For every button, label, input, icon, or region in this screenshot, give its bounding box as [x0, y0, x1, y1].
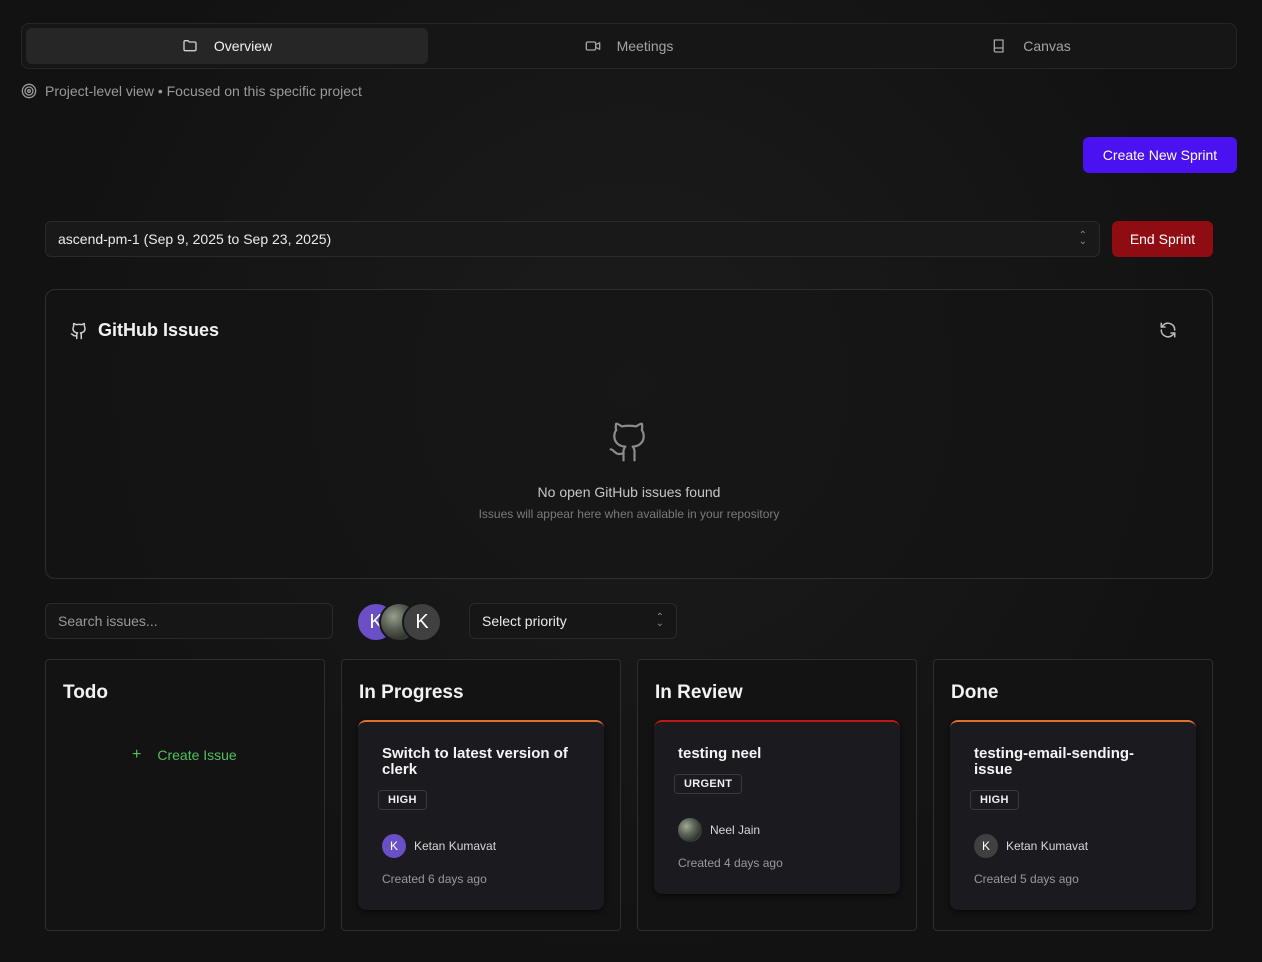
- issue-card[interactable]: Switch to latest version of clerk HIGH K…: [358, 720, 604, 910]
- issue-assignee: K Ketan Kumavat: [382, 834, 580, 858]
- avatar: [678, 818, 702, 842]
- column-todo: Todo + Create Issue: [45, 659, 325, 931]
- github-issues-panel: GitHub Issues No open GitHub issues foun…: [45, 289, 1213, 579]
- github-icon: [70, 322, 86, 339]
- tab-overview-label: Overview: [213, 38, 273, 54]
- book-icon: [993, 39, 1004, 53]
- assignee-name: Ketan Kumavat: [1006, 839, 1089, 853]
- priority-select-value: Select priority: [482, 613, 567, 629]
- column-done: Done testing-email-sending-issue HIGH K …: [933, 659, 1213, 931]
- empty-state-subtitle: Issues will appear here when available i…: [478, 507, 780, 521]
- issue-assignee: Neel Jain: [678, 818, 876, 842]
- priority-badge: URGENT: [674, 774, 743, 794]
- priority-select[interactable]: Select priority ⌃ ⌄: [469, 603, 677, 639]
- issue-title: testing-email-sending-issue: [974, 745, 1135, 778]
- avatar[interactable]: K: [402, 602, 442, 642]
- column-title: Done: [951, 682, 999, 703]
- issue-card[interactable]: testing neel URGENT Neel Jain Created 4 …: [654, 720, 900, 894]
- search-issues-input[interactable]: [45, 603, 333, 639]
- scope-text: Project-level view • Focused on this spe…: [45, 83, 362, 99]
- avatar: K: [382, 834, 406, 858]
- tab-canvas-label: Canvas: [1023, 38, 1071, 54]
- created-time: Created 5 days ago: [974, 872, 1079, 886]
- github-issues-header: GitHub Issues: [70, 320, 219, 341]
- column-in-progress: In Progress Switch to latest version of …: [341, 659, 621, 931]
- video-icon: [585, 41, 600, 51]
- target-icon: [21, 83, 37, 99]
- chevron-up-down-icon: ⌃ ⌄: [655, 612, 664, 629]
- tab-overview[interactable]: Overview: [26, 28, 428, 64]
- create-issue-button[interactable]: + Create Issue: [132, 746, 237, 764]
- view-tabs: Overview Meetings Canvas: [21, 23, 1237, 69]
- plus-icon: +: [132, 746, 142, 763]
- column-title: Todo: [63, 682, 109, 703]
- github-issues-title: GitHub Issues: [98, 320, 220, 340]
- empty-state-title: No open GitHub issues found: [537, 484, 721, 500]
- end-sprint-button[interactable]: End Sprint: [1112, 221, 1213, 257]
- column-title: In Progress: [359, 682, 464, 703]
- column-title: In Review: [655, 682, 743, 703]
- create-new-sprint-button[interactable]: Create New Sprint: [1083, 137, 1237, 173]
- github-empty-icon: [609, 422, 645, 462]
- refresh-icon[interactable]: [1159, 321, 1177, 339]
- chevron-up-down-icon: ⌃ ⌄: [1078, 230, 1087, 247]
- tab-canvas[interactable]: Canvas: [830, 28, 1232, 64]
- assignee-filter-avatars: K K: [356, 602, 448, 644]
- tab-meetings-label: Meetings: [616, 38, 674, 54]
- issue-card[interactable]: testing-email-sending-issue HIGH K Ketan…: [950, 720, 1196, 910]
- issue-assignee: K Ketan Kumavat: [974, 834, 1172, 858]
- avatar: K: [974, 834, 998, 858]
- issue-title: Switch to latest version of clerk: [382, 745, 568, 778]
- create-issue-label: Create Issue: [157, 747, 237, 763]
- sprint-select[interactable]: ascend-pm-1 (Sep 9, 2025 to Sep 23, 2025…: [45, 221, 1100, 257]
- created-time: Created 6 days ago: [382, 872, 487, 886]
- column-in-review: In Review testing neel URGENT Neel Jain …: [637, 659, 917, 931]
- tab-meetings[interactable]: Meetings: [428, 28, 830, 64]
- sprint-select-value: ascend-pm-1 (Sep 9, 2025 to Sep 23, 2025…: [58, 231, 332, 247]
- priority-badge: HIGH: [970, 790, 1019, 810]
- issue-title: testing neel: [678, 745, 762, 762]
- assignee-name: Neel Jain: [710, 823, 761, 837]
- priority-badge: HIGH: [378, 790, 427, 810]
- assignee-name: Ketan Kumavat: [414, 839, 497, 853]
- scope-indicator: Project-level view • Focused on this spe…: [21, 82, 362, 100]
- folder-icon: [183, 40, 197, 52]
- created-time: Created 4 days ago: [678, 856, 783, 870]
